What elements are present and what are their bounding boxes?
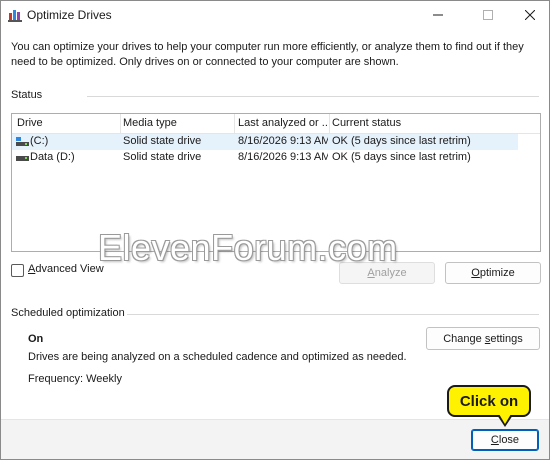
click-callout: Click on bbox=[447, 385, 531, 417]
last-analyzed: 8/16/2026 9:13 AM bbox=[238, 135, 328, 147]
drive-name: Data (D:) bbox=[30, 151, 75, 163]
minimize-button[interactable] bbox=[421, 1, 455, 29]
advanced-view-checkbox[interactable] bbox=[11, 264, 24, 277]
dialog-footer bbox=[1, 419, 549, 459]
column-header-last-analyzed[interactable]: Last analyzed or ... bbox=[238, 117, 328, 129]
close-icon bbox=[525, 10, 535, 20]
label-text: dvanced View bbox=[35, 263, 104, 275]
list-header: Drive Media type Last analyzed or ... Cu… bbox=[12, 114, 540, 134]
description-text: You can optimize your drives to help you… bbox=[11, 41, 524, 68]
drive-name: (C:) bbox=[30, 135, 49, 147]
button-text: ptimize bbox=[479, 267, 515, 279]
button-text: Change bbox=[443, 332, 485, 345]
change-settings-button[interactable]: Change s ettings bbox=[426, 327, 540, 350]
column-header-drive[interactable]: Drive bbox=[17, 117, 117, 129]
defrag-app-icon bbox=[8, 10, 22, 22]
column-header-current-status[interactable]: Current status bbox=[332, 117, 512, 129]
column-separator[interactable] bbox=[329, 114, 330, 133]
schedule-state: On bbox=[28, 333, 44, 345]
column-header-media-type[interactable]: Media type bbox=[123, 117, 231, 129]
access-key: C bbox=[490, 434, 499, 446]
title-bar[interactable]: Optimize Drives bbox=[1, 1, 549, 29]
maximize-button[interactable] bbox=[471, 1, 505, 29]
scheduled-divider bbox=[127, 314, 539, 315]
table-row[interactable]: (C:) Solid state drive 8/16/2026 9:13 AM… bbox=[12, 134, 518, 150]
current-status: OK (5 days since last retrim) bbox=[332, 135, 471, 147]
button-text: ettings bbox=[490, 332, 523, 345]
optimize-button[interactable]: Optimize bbox=[445, 262, 541, 284]
maximize-icon bbox=[483, 10, 493, 20]
table-row[interactable]: Data (D:) Solid state drive 8/16/2026 9:… bbox=[12, 150, 518, 166]
current-status: OK (5 days since last retrim) bbox=[332, 151, 471, 163]
schedule-description: Drives are being analyzed on a scheduled… bbox=[28, 351, 407, 363]
status-section-label: Status bbox=[11, 89, 43, 101]
scheduled-section-label: Scheduled optimization bbox=[11, 307, 125, 319]
callout-pointer-fill bbox=[499, 414, 511, 424]
watermark-text: ElevenForum.com bbox=[98, 227, 398, 268]
close-button[interactable]: Close bbox=[471, 429, 539, 451]
media-type: Solid state drive bbox=[123, 151, 202, 163]
media-type: Solid state drive bbox=[123, 135, 202, 147]
status-divider bbox=[87, 96, 539, 97]
drive-icon bbox=[16, 156, 29, 161]
column-separator[interactable] bbox=[234, 114, 235, 133]
schedule-frequency: Frequency: Weekly bbox=[28, 373, 122, 385]
minimize-icon bbox=[433, 14, 443, 16]
window-title: Optimize Drives bbox=[27, 8, 112, 22]
optimize-drives-window: Optimize Drives You can optimize your dr… bbox=[0, 0, 550, 460]
access-key: O bbox=[471, 267, 480, 279]
last-analyzed: 8/16/2026 9:13 AM bbox=[238, 151, 328, 163]
advanced-view-label[interactable]: Advanced View bbox=[28, 263, 104, 275]
column-separator[interactable] bbox=[120, 114, 121, 133]
button-text: lose bbox=[498, 434, 520, 446]
system-drive-icon bbox=[16, 137, 29, 146]
close-window-button[interactable] bbox=[513, 1, 547, 29]
